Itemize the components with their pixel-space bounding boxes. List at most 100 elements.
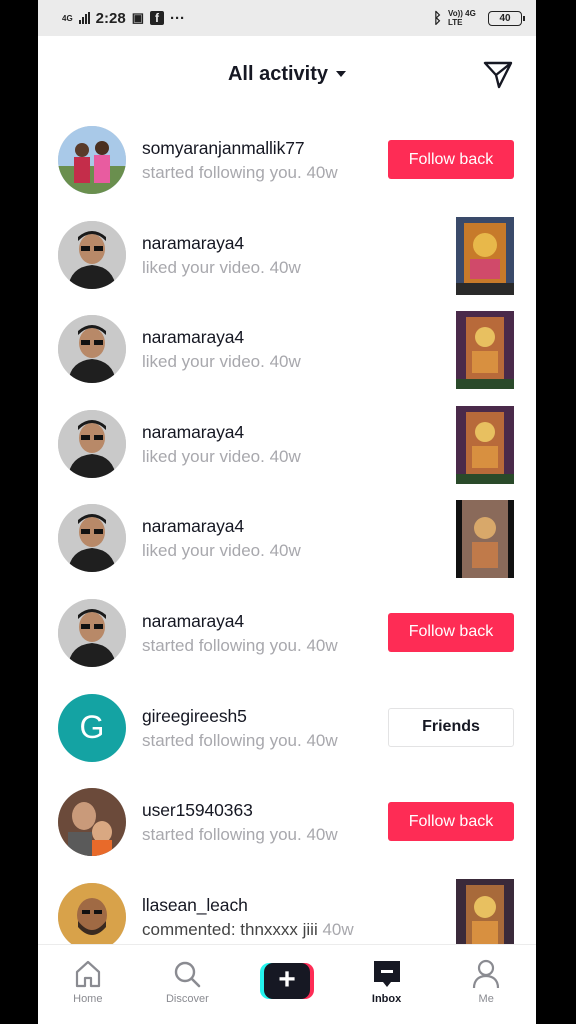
- follow-back-button[interactable]: Follow back: [388, 612, 514, 652]
- avatar[interactable]: [58, 504, 126, 573]
- nav-create[interactable]: +: [237, 945, 337, 1024]
- home-icon: [75, 960, 100, 988]
- notification-icon: ▣: [131, 10, 144, 25]
- network-label: 4G: [62, 13, 73, 23]
- plus-icon: +: [263, 963, 310, 999]
- bluetooth-icon: ᛒ: [432, 9, 442, 27]
- header: All activity: [38, 36, 536, 112]
- activity-text: somyaranjanmallik77 started following you…: [142, 138, 338, 183]
- activity-row[interactable]: naramaraya4 liked your video. 40w: [38, 396, 536, 491]
- activity-message: liked your video. 40w: [142, 258, 301, 278]
- username[interactable]: gireegireesh5: [142, 706, 338, 727]
- nav-me[interactable]: Me: [436, 945, 536, 1024]
- username[interactable]: naramaraya4: [142, 611, 338, 632]
- timestamp: 40w: [269, 352, 301, 372]
- video-thumbnail[interactable]: [456, 500, 514, 579]
- nav-me-label: Me: [478, 993, 494, 1005]
- message-text: liked your video.: [142, 541, 265, 561]
- activity-message: started following you. 40w: [142, 163, 338, 183]
- timestamp: 40w: [269, 257, 301, 277]
- timestamp: 40w: [306, 730, 338, 750]
- avatar-letter: G: [79, 709, 105, 746]
- follow-back-button[interactable]: Follow back: [388, 140, 514, 179]
- activity-filter-dropdown[interactable]: All activity: [227, 62, 347, 86]
- nav-discover[interactable]: Discover: [138, 945, 238, 1024]
- nav-home-label: Home: [73, 993, 103, 1005]
- lte-label: Vo)) 4G LTE: [448, 9, 476, 27]
- timestamp: 40w: [269, 446, 301, 466]
- video-thumbnail[interactable]: [456, 216, 514, 295]
- username[interactable]: naramaraya4: [142, 516, 301, 537]
- inbox-icon: [373, 961, 400, 987]
- message-text: started following you.: [142, 635, 302, 655]
- activity-text: llasean_leach commented: thnxxxx jiii 40w: [142, 895, 354, 940]
- message-text: started following you.: [142, 730, 302, 750]
- activity-message: started following you. 40w: [142, 636, 338, 656]
- message-text: started following you.: [142, 163, 302, 182]
- video-thumbnail[interactable]: [456, 405, 514, 484]
- activity-text: naramaraya4 liked your video. 40w: [142, 233, 301, 278]
- activity-text: naramaraya4 started following you. 40w: [142, 611, 338, 656]
- message-text: liked your video.: [142, 446, 265, 466]
- follow-back-button[interactable]: Follow back: [388, 802, 514, 842]
- avatar[interactable]: [58, 126, 126, 194]
- nav-home[interactable]: Home: [38, 945, 138, 1024]
- activity-text: user15940363 started following you. 40w: [142, 800, 338, 845]
- video-thumbnail[interactable]: [456, 311, 514, 390]
- timestamp: 40w: [322, 919, 354, 939]
- signal-icon: [78, 12, 90, 24]
- activity-message: started following you. 40w: [142, 825, 338, 845]
- facebook-icon: f: [150, 11, 164, 25]
- timestamp: 40w: [306, 163, 338, 182]
- username[interactable]: naramaraya4: [142, 327, 301, 348]
- nav-discover-label: Discover: [165, 993, 209, 1005]
- activity-message: commented: thnxxxx jiii 40w: [142, 920, 354, 940]
- nav-inbox-label: Inbox: [371, 993, 402, 1005]
- friends-button[interactable]: Friends: [388, 707, 514, 747]
- activity-row[interactable]: somyaranjanmallik77 started following you…: [38, 112, 536, 207]
- activity-text: naramaraya4 liked your video. 40w: [142, 327, 301, 372]
- page-title: All activity: [227, 62, 329, 85]
- username[interactable]: llasean_leach: [142, 895, 354, 916]
- message-text: commented: thnxxxx jiii: [142, 919, 318, 939]
- avatar[interactable]: [58, 409, 126, 478]
- avatar[interactable]: G: [58, 693, 126, 762]
- message-text: liked your video.: [142, 352, 265, 372]
- activity-message: liked your video. 40w: [142, 352, 301, 372]
- username[interactable]: somyaranjanmallik77: [142, 138, 338, 159]
- activity-row[interactable]: naramaraya4 liked your video. 40w: [38, 207, 536, 302]
- activity-message: liked your video. 40w: [142, 447, 301, 467]
- avatar[interactable]: [58, 220, 126, 289]
- avatar[interactable]: [58, 598, 126, 667]
- profile-icon: [473, 959, 500, 989]
- message-text: liked your video.: [142, 257, 265, 277]
- nav-inbox[interactable]: Inbox: [337, 945, 437, 1024]
- battery-level: 40: [499, 12, 511, 24]
- direct-message-icon[interactable]: [482, 58, 514, 90]
- activity-row[interactable]: naramaraya4 liked your video. 40w: [38, 301, 536, 396]
- activity-row[interactable]: naramaraya4 started following you. 40w Fol…: [38, 585, 536, 680]
- battery-icon: 40: [488, 10, 525, 26]
- activity-text: naramaraya4 liked your video. 40w: [142, 516, 301, 561]
- activity-list: somyaranjanmallik77 started following you…: [38, 112, 536, 963]
- username[interactable]: naramaraya4: [142, 422, 301, 443]
- avatar[interactable]: [58, 788, 126, 857]
- activity-message: liked your video. 40w: [142, 541, 301, 561]
- timestamp: 40w: [306, 635, 338, 655]
- activity-row[interactable]: Ggireegireesh5 started following you. 40w…: [38, 680, 536, 775]
- create-button[interactable]: +: [259, 963, 314, 999]
- activity-text: gireegireesh5 started following you. 40w: [142, 706, 338, 751]
- search-icon: [175, 961, 201, 988]
- activity-row[interactable]: user15940363 started following you. 40w Fo…: [38, 774, 536, 869]
- avatar[interactable]: [58, 315, 126, 384]
- avatar[interactable]: [58, 882, 126, 951]
- bottom-nav: Home Discover + Inbox Me: [38, 944, 536, 1024]
- activity-row[interactable]: naramaraya4 liked your video. 40w: [38, 490, 536, 585]
- timestamp: 40w: [306, 825, 338, 845]
- username[interactable]: user15940363: [142, 800, 338, 821]
- activity-text: naramaraya4 liked your video. 40w: [142, 422, 301, 467]
- username[interactable]: naramaraya4: [142, 233, 301, 254]
- clock: 2:28: [95, 9, 126, 27]
- caret-down-icon: [336, 71, 347, 77]
- timestamp: 40w: [269, 541, 301, 561]
